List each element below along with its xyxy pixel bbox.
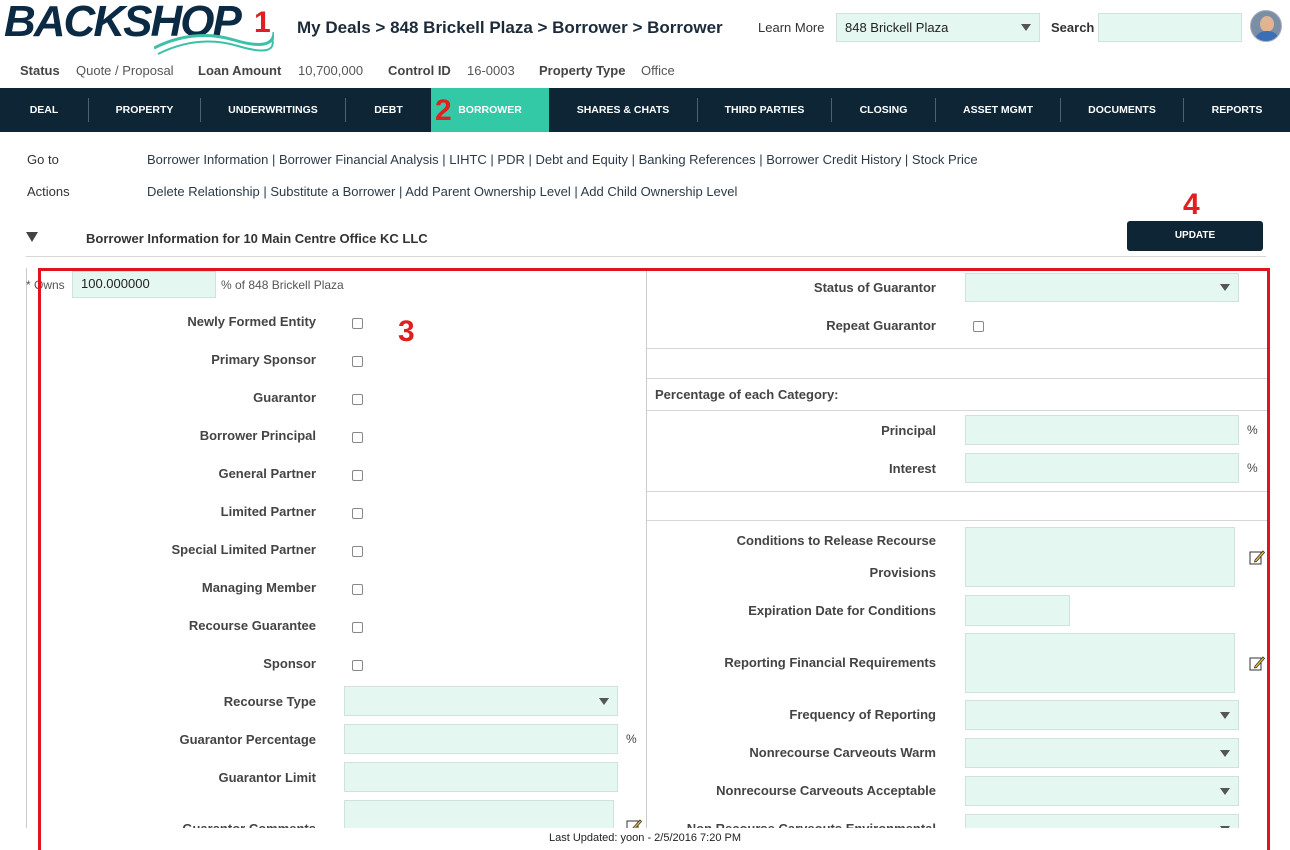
tab-closing[interactable]: CLOSING [832, 88, 935, 132]
backshop-logo[interactable]: BACKSHOP [4, 0, 274, 55]
form-left-border [26, 268, 27, 850]
main-nav: DEAL PROPERTY UNDERWRITINGS DEBT BORROWE… [0, 88, 1290, 132]
property-type-label: Property Type [539, 63, 626, 78]
search-input[interactable] [1098, 13, 1242, 42]
section-title: Borrower Information for 10 Main Centre … [86, 231, 428, 246]
collapse-triangle-icon[interactable] [26, 232, 38, 242]
tab-third-parties[interactable]: THIRD PARTIES [698, 88, 831, 132]
avatar-face [1260, 16, 1274, 32]
goto-label: Go to [27, 152, 59, 167]
annotation-2: 2 [435, 94, 452, 127]
deal-select-value: 848 Brickell Plaza [845, 20, 949, 35]
status-value: Quote / Proposal [76, 63, 174, 78]
control-id-label: Control ID [388, 63, 451, 78]
loan-amount-label: Loan Amount [198, 63, 282, 78]
status-label: Status [20, 63, 60, 78]
tab-shares-chats[interactable]: SHARES & CHATS [549, 88, 697, 132]
search-label: Search [1051, 20, 1095, 35]
tab-underwritings[interactable]: UNDERWRITINGS [201, 88, 345, 132]
annotation-box-3 [38, 268, 1270, 850]
learn-more-link[interactable]: Learn More [758, 20, 824, 35]
tab-debt[interactable]: DEBT [346, 88, 431, 132]
section-divider [26, 256, 1266, 257]
annotation-4: 4 [1183, 188, 1200, 221]
property-type-value: Office [641, 63, 675, 78]
actions-links[interactable]: Delete Relationship | Substitute a Borro… [147, 184, 737, 199]
avatar-body [1254, 31, 1280, 41]
annotation-1: 1 [254, 6, 271, 39]
update-button[interactable]: UPDATE [1127, 221, 1263, 251]
breadcrumb[interactable]: My Deals > 848 Brickell Plaza > Borrower… [297, 18, 723, 38]
tab-asset-mgmt[interactable]: ASSET MGMT [936, 88, 1060, 132]
loan-amount-value: 10,700,000 [298, 63, 364, 78]
actions-label: Actions [27, 184, 70, 199]
tab-deal[interactable]: DEAL [0, 88, 88, 132]
app-window: BACKSHOP 1 My Deals > 848 Brickell Plaza… [0, 0, 1290, 850]
tab-documents[interactable]: DOCUMENTS [1061, 88, 1183, 132]
deal-select[interactable]: 848 Brickell Plaza [836, 13, 1040, 42]
chevron-down-icon [1021, 24, 1031, 31]
avatar[interactable] [1250, 10, 1282, 42]
tab-reports[interactable]: REPORTS [1184, 88, 1290, 132]
tab-property[interactable]: PROPERTY [89, 88, 200, 132]
goto-links[interactable]: Borrower Information | Borrower Financia… [147, 152, 978, 167]
control-id-value: 16-0003 [467, 63, 515, 78]
